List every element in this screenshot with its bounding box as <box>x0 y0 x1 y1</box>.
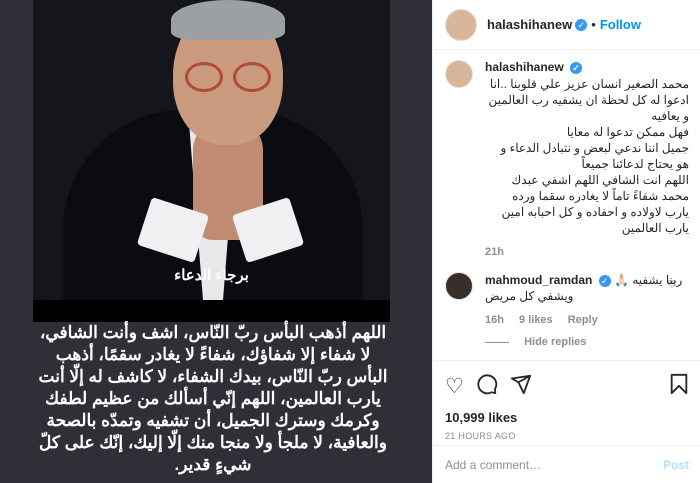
caption-username[interactable]: halashihanew <box>485 60 564 74</box>
separator-dot: • <box>591 17 596 32</box>
caption-comment: halashihanew ✓ محمد الصغير انسان عزيز عل… <box>445 60 689 258</box>
comment-time: 16h <box>485 314 504 326</box>
post-header: halashihanew ✓ • Follow <box>433 0 700 50</box>
post-photo <box>33 0 390 300</box>
verified-badge-icon: ✓ <box>598 274 611 287</box>
post-time: 21 HOURS AGO <box>445 431 516 441</box>
action-bar: ♡ 10,999 likes 21 HOURS AGO <box>433 360 700 441</box>
comments-list: halashihanew ✓ محمد الصغير انسان عزيز عل… <box>433 60 700 348</box>
comment-input[interactable] <box>445 457 663 472</box>
author-username[interactable]: halashihanew <box>487 17 572 32</box>
verified-badge-icon: ✓ <box>575 18 588 31</box>
reply-button[interactable]: Reply <box>568 314 598 326</box>
verified-badge-icon: ✓ <box>570 61 583 74</box>
commenter-avatar[interactable] <box>445 272 473 300</box>
post-comment-button[interactable]: Post <box>663 458 689 472</box>
caption-text: محمد الصغير انسان عزيز علي قلوبنا ..انا … <box>488 77 689 235</box>
bookmark-icon[interactable] <box>669 373 689 400</box>
caption-time: 21h <box>485 246 504 258</box>
heart-icon[interactable]: ♡ <box>445 375 464 398</box>
post-media[interactable]: برجاء الدعاء اللهم أذهب البأس ربّ النّاس… <box>0 0 432 483</box>
commenter-username[interactable]: mahmoud_ramdan <box>485 273 592 287</box>
comment-icon[interactable] <box>476 373 498 400</box>
caption-avatar[interactable] <box>445 60 473 88</box>
post-sidebar: halashihanew ✓ • Follow halashihanew ✓ م… <box>432 0 700 483</box>
hide-replies-label[interactable]: Hide replies <box>524 336 586 348</box>
add-comment-bar: Post <box>433 445 700 483</box>
author-avatar[interactable] <box>445 8 477 41</box>
comment-item: mahmoud_ramdan ✓ ربنا يشفيه 🙏🏻ويشفي كل م… <box>445 272 689 326</box>
likes-count[interactable]: 10,999 likes <box>445 410 689 425</box>
reply-line-divider <box>485 341 509 343</box>
comment-like-heart-icon[interactable]: ♡ <box>667 278 677 291</box>
image-divider <box>33 300 390 322</box>
image-title: برجاء الدعاء <box>174 267 249 284</box>
comment-likes[interactable]: 9 likes <box>519 314 553 326</box>
share-icon[interactable] <box>510 373 532 400</box>
image-prayer-text: اللهم أذهب البأس ربّ النّاس، اشف وأنت ال… <box>38 323 388 474</box>
hide-replies-button[interactable]: Hide replies <box>485 336 689 348</box>
follow-button[interactable]: Follow <box>600 17 641 32</box>
